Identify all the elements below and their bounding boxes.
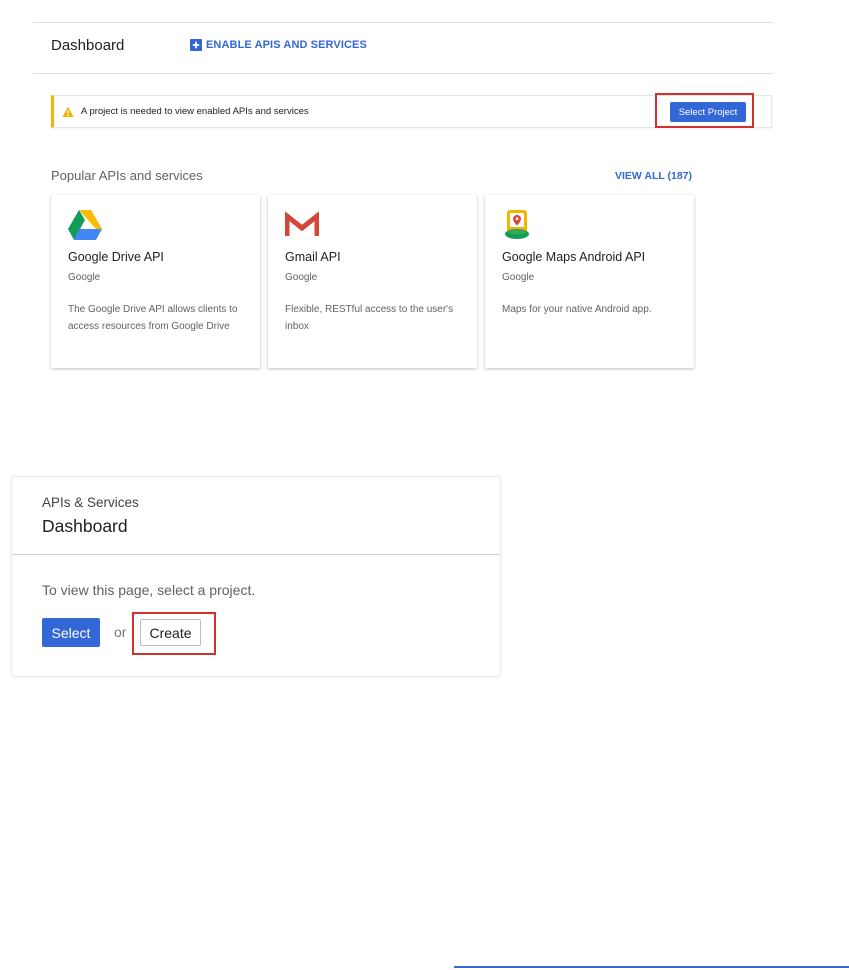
page-title: Dashboard xyxy=(51,37,125,54)
gmail-icon xyxy=(284,210,320,240)
panel-divider xyxy=(12,554,500,555)
top-divider xyxy=(33,22,774,23)
popular-apis-title: Popular APIs and services xyxy=(51,168,203,183)
api-card-vendor: Google xyxy=(502,272,535,283)
api-card-name: Google Maps Android API xyxy=(502,250,646,264)
create-button[interactable]: Create xyxy=(140,619,201,646)
enable-apis-link[interactable]: ENABLE APIS AND SERVICES xyxy=(190,39,367,51)
google-drive-icon xyxy=(68,210,102,240)
warning-icon xyxy=(62,106,74,118)
api-card-description: The Google Drive API allows clients to a… xyxy=(68,304,238,332)
api-card-google-drive[interactable]: Google Drive API Google The Google Drive… xyxy=(51,195,260,368)
plus-icon xyxy=(190,39,202,51)
api-card-gmail[interactable]: Gmail API Google Flexible, RESTful acces… xyxy=(268,195,477,368)
panel-title: Dashboard xyxy=(42,516,128,536)
api-card-description: Maps for your native Android app. xyxy=(502,304,652,315)
bottom-divider xyxy=(454,966,849,968)
panel-message: To view this page, select a project. xyxy=(42,582,256,598)
maps-android-icon xyxy=(502,210,536,240)
breadcrumb: APIs & Services xyxy=(42,495,139,510)
api-card-name: Gmail API xyxy=(285,250,341,264)
api-card-name: Google Drive API xyxy=(68,250,164,264)
view-all-link[interactable]: VIEW ALL (187) xyxy=(615,170,692,182)
api-card-description: Flexible, RESTful access to the user's i… xyxy=(285,304,454,332)
header-divider xyxy=(33,73,774,74)
enable-apis-label: ENABLE APIS AND SERVICES xyxy=(206,39,367,51)
api-card-vendor: Google xyxy=(68,272,101,283)
or-separator: or xyxy=(114,624,127,640)
api-card-vendor: Google xyxy=(285,272,318,283)
select-project-button[interactable]: Select Project xyxy=(670,102,746,122)
select-button[interactable]: Select xyxy=(42,618,100,647)
api-card-maps-android[interactable]: Google Maps Android API Google Maps for … xyxy=(485,195,694,368)
alert-message: A project is needed to view enabled APIs… xyxy=(81,106,309,117)
